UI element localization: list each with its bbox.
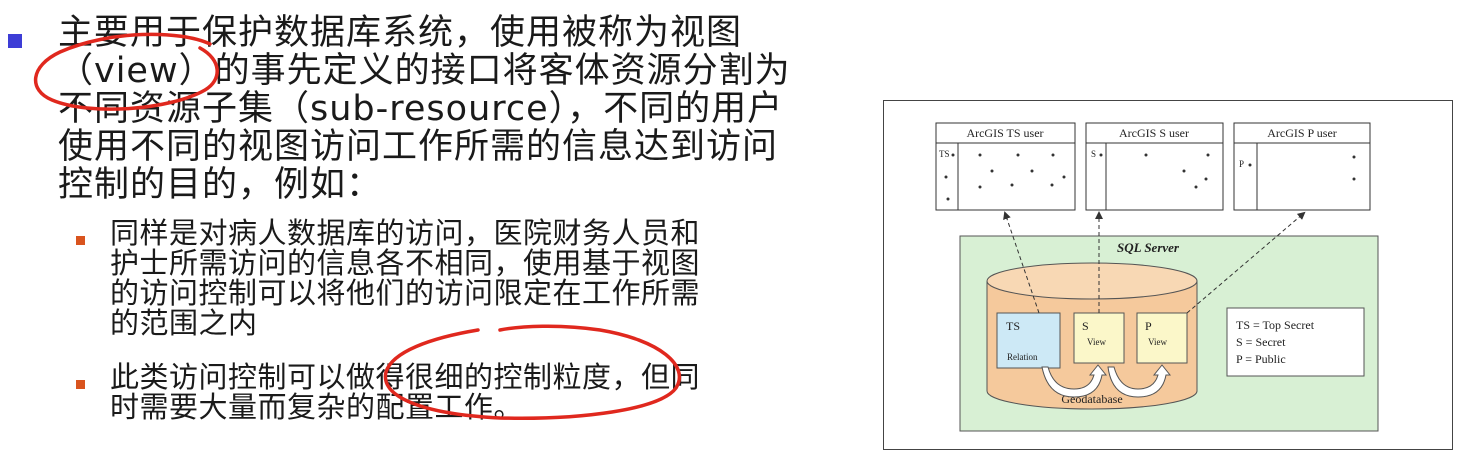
user-window-title: ArcGIS S user [1119, 126, 1189, 140]
slide: 主要用于保护数据库系统，使用被称为视图 （view）的事先定义的接口将客体资源分… [0, 0, 1474, 472]
table-type: Relation [1007, 352, 1038, 362]
table-type: View [1148, 337, 1167, 347]
legend-item: P = Public [1236, 352, 1286, 366]
legend-item: TS = Top Secret [1236, 318, 1315, 332]
sql-server-label: SQL Server [1117, 240, 1180, 255]
sub-bullet-marker [76, 380, 85, 389]
main-bullet-line: 不同资源子集（sub-resource），不同的用户 [58, 89, 784, 129]
main-bullet-line: （view）的事先定义的接口将客体资源分割为 [58, 51, 791, 91]
table-type: View [1087, 337, 1106, 347]
main-bullet-text: 主要用于保护数据库系统，使用被称为视图 （view）的事先定义的接口将客体资源分… [58, 13, 791, 205]
main-bullet-marker [8, 34, 22, 48]
user-window-tag: S [1091, 149, 1096, 159]
user-window-ts: ArcGIS TS user TS [935, 122, 1076, 211]
sub-bullet-text-2: 此类访问控制可以做得很细的控制粒度，但同 时需要大量而复杂的配置工作。 [110, 362, 770, 422]
access-control-diagram: ArcGIS TS user TS ArcGIS S user S ArcGIS… [935, 122, 1379, 432]
sub-bullet-marker [76, 236, 85, 245]
user-window-tag: TS [939, 149, 950, 159]
main-bullet-line: 使用不同的视图访问工作所需的信息达到访问 [58, 127, 779, 167]
text-column: 主要用于保护数据库系统，使用被称为视图 （view）的事先定义的接口将客体资源分… [0, 0, 800, 472]
main-bullet-line: 主要用于保护数据库系统，使用被称为视图 [58, 13, 743, 53]
sub-bullet-line: 的范围之内 [110, 306, 258, 340]
legend-item: S = Secret [1236, 335, 1286, 349]
table-name: TS [1006, 319, 1020, 333]
table-name: S [1082, 319, 1089, 333]
sub-bullet-line: 同样是对病人数据库的访问，医院财务人员和 [110, 216, 701, 250]
user-window-title: ArcGIS TS user [966, 126, 1043, 140]
user-window-s: ArcGIS S user S [1085, 122, 1224, 211]
sub-bullet-line: 此类访问控制可以做得很细的控制粒度，但同 [110, 360, 701, 394]
diagram-frame: ArcGIS TS user TS ArcGIS S user S ArcGIS… [883, 100, 1453, 450]
sub-bullet-line: 时需要大量而复杂的配置工作。 [110, 390, 524, 424]
sub-bullet-text-1: 同样是对病人数据库的访问，医院财务人员和 护士所需访问的信息各不相同，使用基于视… [110, 218, 770, 338]
main-bullet-line: 控制的目的，例如： [58, 165, 383, 205]
sub-bullet-line: 的访问控制可以将他们的访问限定在工作所需 [110, 276, 701, 310]
user-window-title: ArcGIS P user [1267, 126, 1337, 140]
sub-bullet-line: 护士所需访问的信息各不相同，使用基于视图 [110, 246, 701, 280]
table-name: P [1145, 319, 1152, 333]
user-window-tag: P [1239, 159, 1244, 169]
user-window-p: ArcGIS P user P [1233, 122, 1371, 211]
